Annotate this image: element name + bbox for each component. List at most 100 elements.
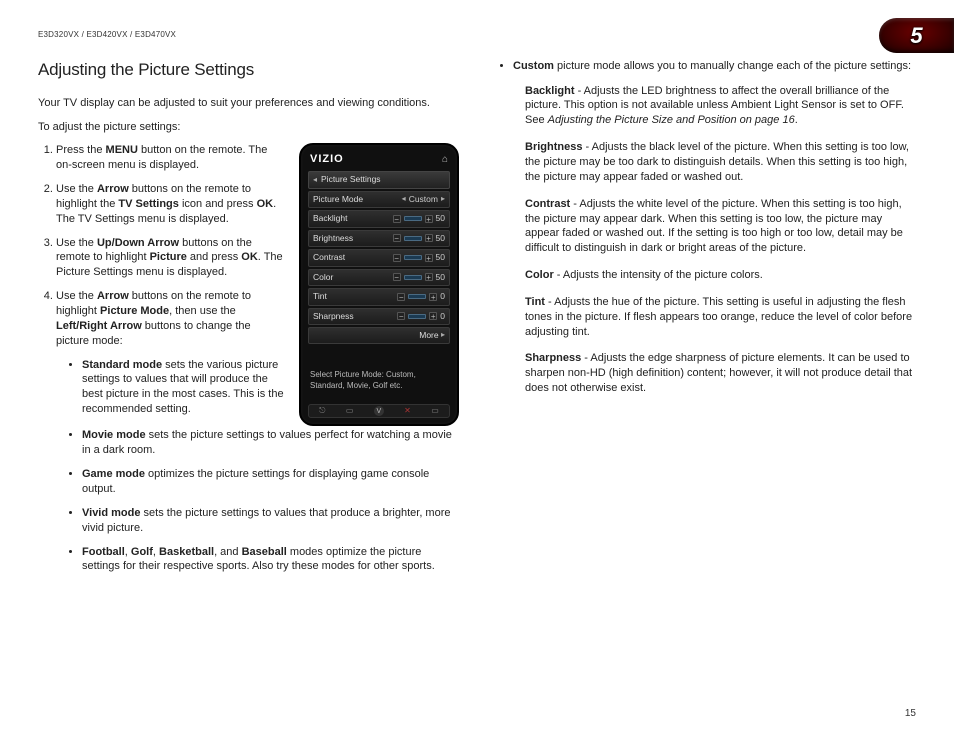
text: - Adjusts the hue of the picture. This s…	[525, 296, 912, 338]
step-2: Use the Arrow buttons on the remote to h…	[56, 182, 289, 227]
slider-icon	[404, 275, 422, 280]
tv-menu-title: ◂ Picture Settings	[308, 171, 450, 188]
bold: Brightness	[525, 141, 582, 153]
value: 0	[440, 291, 445, 302]
value: 50	[436, 272, 445, 283]
right-caret-icon: ▸	[441, 330, 445, 341]
label: Color	[313, 272, 333, 283]
label: Contrast	[313, 252, 345, 263]
minus-icon: −	[393, 215, 401, 223]
minus-icon: −	[393, 234, 401, 242]
plus-icon: +	[429, 293, 437, 301]
bold: OK	[241, 251, 258, 263]
plus-icon: +	[425, 234, 433, 242]
page-number: 15	[905, 707, 916, 721]
minus-icon: −	[393, 254, 401, 262]
tv-row-contrast: Contrast − +50	[308, 249, 450, 266]
left-caret-icon: ◂	[402, 194, 406, 205]
tv-row-picture-mode: Picture Mode ◂Custom▸	[308, 191, 450, 208]
bold: Standard mode	[82, 359, 162, 371]
bold: Arrow	[97, 183, 129, 195]
bold: Backlight	[525, 85, 575, 97]
slider-icon	[408, 314, 426, 319]
left-column: Adjusting the Picture Settings Your TV d…	[38, 59, 459, 718]
tv-brand: VIZIO	[310, 152, 344, 167]
step-1: Press the MENU button on the remote. The…	[56, 143, 289, 173]
bold: TV Settings	[118, 198, 179, 210]
label: Backlight	[313, 213, 348, 224]
value: 50	[436, 252, 445, 263]
setting-contrast: Contrast - Adjusts the white level of th…	[525, 197, 916, 256]
tv-row-sharpness: Sharpness −+0	[308, 308, 450, 325]
page-header: E3D320VX / E3D420VX / E3D470VX	[38, 30, 916, 41]
section-title: Adjusting the Picture Settings	[38, 59, 459, 82]
home-icon: ⌂	[442, 153, 448, 167]
bold: Arrow	[97, 290, 129, 302]
manual-page: E3D320VX / E3D420VX / E3D470VX 5 Adjusti…	[0, 0, 954, 738]
bold: Basketball	[159, 546, 214, 558]
mode-list-continued: Movie mode sets the picture settings to …	[38, 428, 459, 574]
text: Press the	[56, 144, 106, 156]
minus-icon: −	[393, 273, 401, 281]
tv-row-more: More ▸	[308, 327, 450, 344]
bold: Left/Right Arrow	[56, 320, 142, 332]
model-line: E3D320VX / E3D420VX / E3D470VX	[38, 30, 176, 41]
setting-color: Color - Adjusts the intensity of the pic…	[525, 268, 916, 283]
bold: Baseball	[242, 546, 287, 558]
steps-with-screenshot: Press the MENU button on the remote. The…	[38, 143, 459, 426]
value: 50	[436, 213, 445, 224]
value: Custom	[409, 194, 438, 205]
slider-icon	[404, 255, 422, 260]
more-icon: ▭	[431, 406, 439, 417]
bold: Contrast	[525, 198, 570, 210]
bold: OK	[257, 198, 274, 210]
bold: Golf	[131, 546, 153, 558]
label: Tint	[313, 291, 327, 302]
mode-standard: Standard mode sets the various picture s…	[82, 358, 285, 417]
text: , and	[214, 546, 242, 558]
bold: Game mode	[82, 468, 145, 480]
plus-icon: +	[425, 215, 433, 223]
label: More	[419, 330, 438, 341]
bold: MENU	[106, 144, 138, 156]
tv-row-tint: Tint − +0	[308, 288, 450, 305]
step-4: Use the Arrow buttons on the remote to h…	[56, 289, 289, 417]
text: .	[795, 114, 798, 126]
text: and press	[187, 251, 241, 263]
bold: Picture	[150, 251, 187, 263]
bold: Sharpness	[525, 352, 581, 364]
right-caret-icon: ▸	[441, 194, 445, 205]
mode-list-inner: Standard mode sets the various picture s…	[56, 358, 285, 417]
setting-backlight: Backlight - Adjusts the LED brightness t…	[525, 84, 916, 129]
plus-icon: +	[425, 254, 433, 262]
bold: Vivid mode	[82, 507, 140, 519]
custom-mode: Custom picture mode allows you to manual…	[513, 59, 916, 74]
bold: Football	[82, 546, 125, 558]
content-columns: Adjusting the Picture Settings Your TV d…	[38, 59, 916, 718]
mode-sports: Football, Golf, Basketball, and Baseball…	[82, 545, 459, 575]
bold: Color	[525, 269, 554, 281]
tv-top-bar: VIZIO ⌂	[308, 152, 450, 167]
label: Picture Mode	[313, 194, 363, 205]
widgets-icon: ▭	[346, 406, 354, 417]
bold: Tint	[525, 296, 545, 308]
plus-icon: +	[425, 273, 433, 281]
text: Use the	[56, 237, 97, 249]
minus-icon: −	[397, 293, 405, 301]
text: - Adjusts the black level of the picture…	[525, 141, 909, 183]
tv-help-text: Select Picture Mode: Custom, Standard, M…	[308, 370, 450, 396]
label: Brightness	[313, 233, 353, 244]
plus-icon: +	[429, 312, 437, 320]
setting-sharpness: Sharpness - Adjusts the edge sharpness o…	[525, 351, 916, 396]
mode-game: Game mode optimizes the picture settings…	[82, 467, 459, 497]
tv-title-text: Picture Settings	[321, 174, 381, 185]
label: Sharpness	[313, 311, 354, 322]
text: icon and press	[179, 198, 257, 210]
custom-bullet: Custom picture mode allows you to manual…	[495, 59, 916, 74]
steps-list: Press the MENU button on the remote. The…	[38, 143, 289, 417]
setting-brightness: Brightness - Adjusts the black level of …	[525, 140, 916, 185]
text: picture mode allows you to manually chan…	[554, 60, 911, 72]
text: Use the	[56, 183, 97, 195]
bold: Custom	[513, 60, 554, 72]
lead-paragraph: To adjust the picture settings:	[38, 120, 459, 135]
